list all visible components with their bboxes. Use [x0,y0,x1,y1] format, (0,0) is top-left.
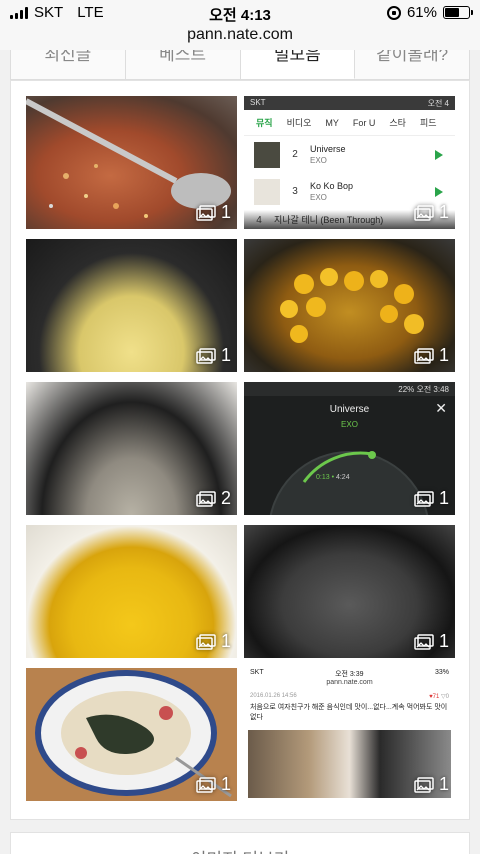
app-tabs: 뮤직 비디오 MY For U 스타 피드 [244,110,455,136]
battery-icon [443,6,473,19]
battery-percent: 61% [406,4,437,21]
tab-watch-together[interactable]: 같이볼래? [355,50,469,79]
url-bar[interactable]: pann.nate.com [0,26,480,50]
app-tab: 스타 [389,118,406,128]
more-images-label: 이미지 더보기 [11,845,469,854]
category-tabs: 최신글 베스트 밀모음 같이볼래? [10,50,470,80]
web-status-battery: 33% [434,669,449,676]
image-count: 1 [438,345,449,365]
image-count-badge: 1 [196,345,231,366]
player-time-elapsed: 0:13 [316,474,330,481]
image-count: 1 [438,488,449,508]
image-count: 1 [220,631,231,651]
album-art [254,178,280,205]
tab-label: 최신글 [44,50,92,64]
gallery-icon [414,776,434,793]
app-status-bar: SKT 오전 4 [244,96,455,110]
tab-label: 밀모음 [273,50,321,64]
image-count-badge: 1 [414,345,449,366]
web-status-bar: SKT 오전 3:39 33% [244,668,455,679]
grid-item[interactable]: 1 [26,525,237,658]
song-row: 2 Universe EXO [244,136,455,173]
web-headline: 처음으로 여자친구가 해준 음식인데 맛이...없다...계속 먹어봐도 맛이 … [250,704,448,721]
web-likes: ♥71 [429,694,440,700]
image-count: 2 [220,488,231,508]
status-right: 61% [386,4,473,21]
gallery-icon [414,490,434,507]
play-icon [435,149,443,160]
image-count-badge: 1 [196,202,231,223]
gallery-icon [196,347,216,364]
song-rank: 4 [256,214,262,226]
grid-item[interactable]: 1 [244,239,455,372]
album-art [254,141,280,168]
grid-item[interactable]: SKT 오전 3:39 33% pann.nate.com 2016.01.26… [244,668,455,801]
image-count: 1 [220,774,231,794]
app-status-time: 오전 4 [427,99,449,108]
tab-label: 베스트 [159,50,207,64]
grid-item[interactable]: 2 [26,382,237,515]
web-status-carrier: SKT [250,669,264,676]
tab-latest[interactable]: 최신글 [11,50,126,79]
grid-item[interactable]: 1 [26,668,237,801]
web-status-time: 오전 3:39 [335,671,364,678]
more-images-button[interactable]: 이미지 더보기 [10,832,470,854]
song-rank: 2 [292,149,298,160]
gallery-icon [196,776,216,793]
web-url: pann.nate.com [326,679,373,686]
image-count-badge: 1 [196,774,231,795]
app-tab: 비디오 [286,118,312,128]
status-bar: SKT LTE 오전 4:13 61% [0,0,480,26]
image-grid: 1 SKT 오전 4 뮤직 비디오 MY For U 스타 피드 2 Unive… [10,80,470,820]
image-count-badge: 1 [414,202,449,223]
grid-item[interactable]: 1 [26,239,237,372]
tab-label: 같이볼래? [376,50,449,64]
app-tab: 뮤직 [256,118,273,128]
rotation-lock-icon [386,5,401,20]
song-rank: 3 [292,186,298,197]
image-count-badge: 1 [414,631,449,652]
app-status-carrier: SKT [250,98,266,107]
image-count: 1 [220,202,231,222]
gallery-icon [414,633,434,650]
gallery-icon [196,204,216,221]
tab-best[interactable]: 베스트 [126,50,241,79]
image-count-badge: 1 [414,774,449,795]
web-meta-date: 2016.01.26 14:56 [250,693,297,699]
image-count: 1 [220,345,231,365]
song-title: 지나갈 테니 (Been Through) [274,215,384,225]
player-time-total: 4:24 [335,474,350,481]
gallery-icon [196,490,216,507]
app-tab: For U [352,117,376,128]
app-tab: MY [325,117,339,128]
tab-collection[interactable]: 밀모음 [240,50,356,79]
gallery-icon [196,633,216,650]
app-tab: 피드 [419,118,437,128]
url-text: pann.nate.com [187,26,293,43]
web-meta: 2016.01.26 14:56 ♥71 ▽0 [244,689,455,700]
song-artist: EXO [310,155,327,165]
song-title: Universe [310,143,346,154]
play-icon [435,186,443,197]
song-info: Universe EXO [310,143,346,167]
image-count: 1 [438,774,449,794]
image-count-badge: 1 [196,631,231,652]
song-artist: EXO [310,192,327,202]
player-time: 0:13 • 4:24 [316,474,350,481]
image-count-badge: 2 [196,488,231,509]
gallery-icon [414,347,434,364]
image-count: 1 [438,631,449,651]
web-dislikes: ▽0 [441,694,449,700]
grid-item[interactable]: SKT 오전 4 뮤직 비디오 MY For U 스타 피드 2 Univers… [244,96,455,229]
song-title: Ko Ko Bop [310,180,354,191]
song-info: Ko Ko Bop EXO [310,180,353,204]
grid-item[interactable]: 1 [244,525,455,658]
image-count: 1 [438,202,449,222]
grid-item[interactable]: 1 [26,96,237,229]
image-count-badge: 1 [414,488,449,509]
gallery-icon [414,204,434,221]
battery-fill [445,8,460,17]
grid-item[interactable]: 22% 오전 3:48 Universe EXO ✕ 0:13 • 4:24 1 [244,382,455,515]
